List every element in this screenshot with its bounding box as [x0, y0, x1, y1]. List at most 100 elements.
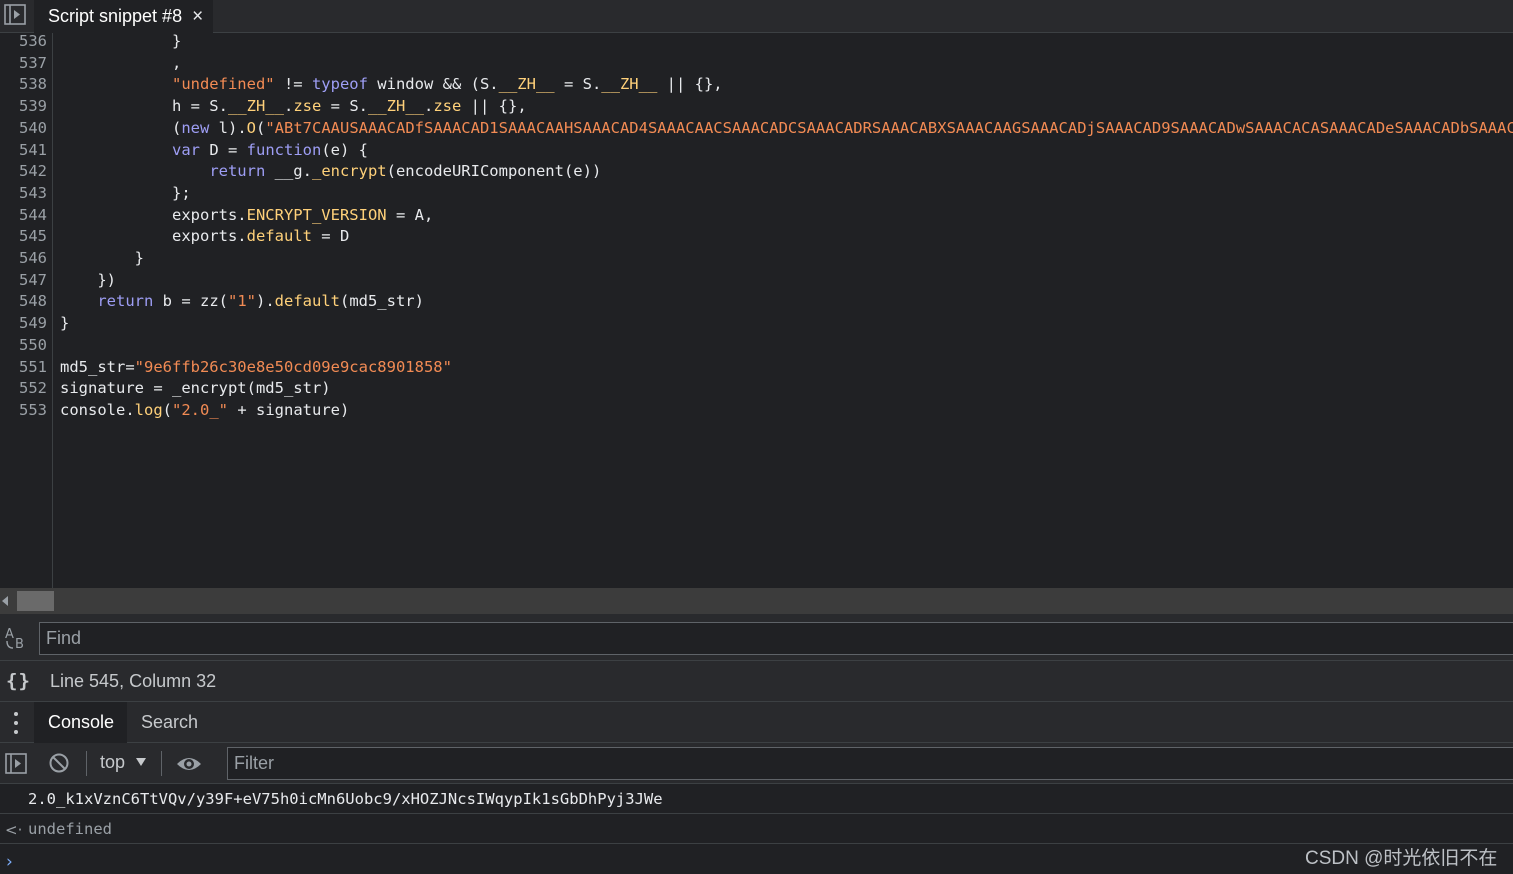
clear-console-icon[interactable]: [48, 752, 70, 774]
code-token: ).: [255, 292, 275, 311]
match-case-icon[interactable]: A B: [4, 626, 28, 650]
code-line: 542 return __g._encrypt(encodeURICompone…: [0, 161, 1513, 183]
line-number[interactable]: 551: [0, 357, 47, 379]
code-token: }: [134, 249, 144, 267]
live-expression-eye-icon[interactable]: [176, 754, 202, 774]
code-token: ,: [171, 53, 182, 72]
code-token: function: [246, 140, 322, 159]
code-token: (: [171, 118, 182, 137]
line-number[interactable]: 544: [0, 205, 47, 227]
line-number[interactable]: 546: [0, 248, 47, 270]
toolbar-divider: [86, 751, 87, 776]
line-number[interactable]: 538: [0, 74, 47, 96]
console-return-text: undefined: [28, 820, 112, 838]
code-token: || {},: [461, 97, 527, 116]
console-log-text: 2.0_k1xVznC6TtVQv/y39F+eV75h0icMn6Uobc9/…: [28, 790, 663, 808]
line-number[interactable]: 547: [0, 270, 47, 292]
console-prompt-icon[interactable]: ›: [6, 852, 13, 872]
code-text: ,: [60, 53, 181, 75]
code-text: }: [60, 313, 69, 335]
find-bar: A B: [0, 614, 1513, 661]
scroll-left-icon[interactable]: [2, 596, 8, 606]
find-input[interactable]: [39, 622, 1513, 655]
code-token: D =: [199, 140, 247, 159]
context-selector[interactable]: top: [100, 752, 125, 773]
status-bar: {} Line 545, Column 32: [0, 661, 1513, 702]
line-number[interactable]: 539: [0, 96, 47, 118]
code-token: __ZH__: [498, 75, 555, 94]
code-token: zse: [293, 97, 322, 116]
code-line: 552 signature = _encrypt(md5_str): [0, 378, 1513, 400]
code-token: }): [97, 270, 116, 289]
line-number[interactable]: 549: [0, 313, 47, 335]
tab-console[interactable]: Console: [34, 702, 127, 743]
code-line: 544 exports.ENCRYPT_VERSION = A,: [0, 205, 1513, 227]
more-options-icon[interactable]: [8, 711, 26, 735]
code-token: __g.: [265, 162, 312, 181]
code-token: || {},: [657, 75, 723, 94]
line-number[interactable]: 548: [0, 291, 47, 313]
code-text: }): [60, 270, 116, 292]
code-token: return: [209, 162, 266, 181]
tab-script-snippet[interactable]: Script snippet #8 ×: [34, 0, 213, 33]
code-token: .: [424, 97, 434, 116]
code-text: console.log("2.0_" + signature): [60, 400, 349, 422]
svg-text:B: B: [15, 637, 24, 650]
code-token: b = zz(: [153, 292, 228, 311]
code-text: h = S.__ZH__.zse = S.__ZH__.zse || {},: [60, 96, 527, 118]
scrollbar-thumb[interactable]: [17, 591, 54, 611]
code-line: 549}: [0, 313, 1513, 335]
code-token: return: [97, 292, 154, 311]
line-number[interactable]: 541: [0, 140, 47, 162]
line-number[interactable]: 536: [0, 33, 47, 53]
line-number[interactable]: 542: [0, 161, 47, 183]
code-text: };: [60, 183, 191, 205]
close-icon[interactable]: ×: [192, 7, 203, 26]
line-number[interactable]: 543: [0, 183, 47, 205]
code-token: O: [246, 118, 256, 137]
code-token: = S.: [321, 97, 368, 116]
code-line: 553 console.log("2.0_" + signature): [0, 400, 1513, 422]
code-token: (md5_str): [339, 292, 424, 311]
line-number[interactable]: 552: [0, 378, 47, 400]
code-token: exports.: [171, 205, 247, 224]
code-line: 547 }): [0, 270, 1513, 292]
code-token: "ABt7CAAUSAAACADfSAAACAD1SAAACAAHSAAACAD…: [265, 118, 1513, 137]
code-editor[interactable]: 536 } 537 , 538 "undefined" != typeof wind…: [0, 33, 1513, 588]
line-number[interactable]: 550: [0, 335, 47, 357]
console-message: 2.0_k1xVznC6TtVQv/y39F+eV75h0icMn6Uobc9/…: [0, 784, 1513, 814]
tab-search[interactable]: Search: [127, 702, 212, 743]
code-token: exports.: [171, 227, 247, 246]
code-token: "9e6ffb26c30e8e50cd09e9cac8901858": [134, 357, 452, 376]
code-text: }: [60, 248, 144, 270]
toggle-navigator-icon[interactable]: [4, 4, 26, 25]
code-line: 539 h = S.__ZH__.zse = S.__ZH__.zse || {…: [0, 96, 1513, 118]
line-number[interactable]: 545: [0, 226, 47, 248]
code-token: default: [274, 292, 340, 311]
code-token: ENCRYPT_VERSION: [246, 205, 387, 224]
code-line: 548 return b = zz("1").default(md5_str): [0, 291, 1513, 313]
code-token: (: [162, 400, 172, 419]
editor-tab-bar: Script snippet #8 ×: [0, 0, 1513, 33]
code-token: signature = _encrypt(md5_str): [60, 379, 331, 398]
tab-label: Script snippet #8: [48, 6, 183, 26]
console-message: <· undefined: [0, 814, 1513, 844]
show-console-sidebar-icon[interactable]: [5, 753, 27, 774]
console-filter-input[interactable]: [227, 747, 1513, 780]
code-text: md5_str="9e6ffb26c30e8e50cd09e9cac890185…: [60, 357, 452, 379]
line-number[interactable]: 537: [0, 53, 47, 75]
pretty-print-icon[interactable]: {}: [6, 670, 31, 692]
code-token: }: [171, 33, 182, 50]
code-token: zse: [433, 97, 462, 116]
chevron-down-icon[interactable]: [136, 758, 146, 766]
line-number[interactable]: 553: [0, 400, 47, 422]
code-line: 536 }: [0, 33, 1513, 53]
line-number[interactable]: 540: [0, 118, 47, 140]
code-token: default: [246, 227, 312, 246]
code-text: exports.default = D: [60, 226, 349, 248]
cursor-position: Line 545, Column 32: [50, 671, 217, 691]
code-token: md5_str=: [60, 357, 135, 376]
console-output[interactable]: 2.0_k1xVznC6TtVQv/y39F+eV75h0icMn6Uobc9/…: [0, 784, 1513, 874]
horizontal-scrollbar[interactable]: [0, 588, 1513, 614]
code-token: = S.: [554, 75, 602, 94]
